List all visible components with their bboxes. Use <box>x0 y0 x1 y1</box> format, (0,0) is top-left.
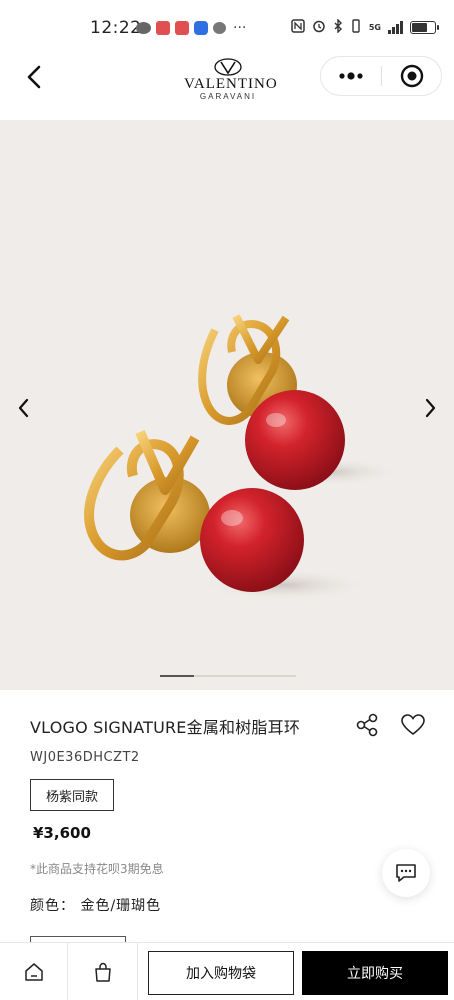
celebrity-tag[interactable]: 杨紫同款 <box>30 779 114 811</box>
back-button[interactable] <box>20 62 50 92</box>
miniprogram-capsule <box>320 56 442 96</box>
system-icons: 5G <box>291 18 439 36</box>
signal-icon <box>388 21 403 34</box>
buy-now-button[interactable]: 立即购买 <box>302 951 448 995</box>
color-label: 颜色： <box>30 898 75 914</box>
heart-icon <box>401 714 425 736</box>
product-image <box>84 314 400 601</box>
brand-sub: GARAVANI <box>199 92 257 101</box>
status-bar: 12:22 ··· 5G <box>0 0 454 56</box>
vibrate-icon <box>350 19 362 36</box>
alarm-icon <box>312 19 326 36</box>
notification-icons: ··· <box>136 21 246 35</box>
bottom-action-bar: 加入购物袋 立即购买 <box>0 942 454 1000</box>
chevron-left-icon <box>18 398 29 418</box>
vlogo-icon <box>214 58 242 76</box>
product-price: ¥3,600 <box>33 824 91 842</box>
favorite-button[interactable] <box>400 712 426 738</box>
message-icon <box>213 22 226 34</box>
more-notifications-icon: ··· <box>233 20 247 36</box>
product-sku: WJ0E36DHCZT2 <box>30 750 140 765</box>
nfc-icon <box>291 19 305 36</box>
more-dots-icon <box>339 72 363 80</box>
gallery-progress <box>160 675 296 677</box>
customer-service-button[interactable] <box>382 849 430 897</box>
header: VALENTINO GARAVANI <box>0 56 454 120</box>
gallery-next-button[interactable] <box>420 396 440 420</box>
product-info: VLOGO SIGNATURE金属和树脂耳环 WJ0E36DHCZT2 杨紫同款… <box>0 690 454 942</box>
color-info: 颜色： 金色/珊瑚色 <box>30 895 161 915</box>
home-icon <box>24 963 43 981</box>
network-label: 5G <box>368 23 381 32</box>
status-time: 12:22 <box>90 18 142 38</box>
bluetooth-icon <box>333 18 343 36</box>
close-miniprogram-button[interactable] <box>382 57 441 95</box>
app-notification-icon <box>194 21 208 35</box>
gallery-prev-button[interactable] <box>14 396 34 420</box>
product-gallery[interactable] <box>0 120 454 690</box>
wechat-icon <box>136 22 151 34</box>
chevron-right-icon <box>425 398 436 418</box>
shopping-bag-icon <box>94 962 111 982</box>
chat-icon <box>396 864 416 882</box>
gallery-progress-fill <box>160 675 194 677</box>
target-close-icon <box>400 64 423 88</box>
add-to-cart-button[interactable]: 加入购物袋 <box>148 951 294 995</box>
brand-name: VALENTINO <box>184 76 278 92</box>
app-notification-icon <box>156 21 170 35</box>
shopping-bag-button[interactable] <box>68 943 138 1000</box>
installment-note: *此商品支持花呗3期免息 <box>30 862 164 876</box>
brand-logo: VALENTINO GARAVANI <box>184 58 278 102</box>
share-button[interactable] <box>354 712 380 738</box>
battery-icon <box>410 21 439 34</box>
chevron-left-icon <box>27 65 41 89</box>
color-value: 金色/珊瑚色 <box>80 898 162 914</box>
product-title: VLOGO SIGNATURE金属和树脂耳环 <box>30 718 301 737</box>
home-button[interactable] <box>0 943 68 1000</box>
share-icon <box>356 713 378 737</box>
app-notification-icon <box>175 21 189 35</box>
more-button[interactable] <box>321 57 381 95</box>
